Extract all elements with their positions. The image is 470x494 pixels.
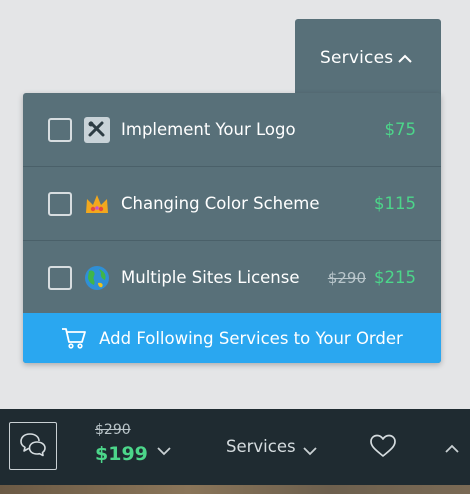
chat-button[interactable] — [9, 422, 57, 470]
service-price: $215 — [374, 268, 416, 287]
services-tab-label: Services — [320, 48, 394, 68]
add-services-label: Add Following Services to Your Order — [99, 328, 403, 348]
tools-icon — [84, 116, 110, 143]
service-checkbox[interactable] — [48, 191, 72, 216]
service-label: Implement Your Logo — [121, 120, 296, 139]
services-toggle[interactable]: Services — [226, 437, 296, 456]
service-item-logo[interactable]: Implement Your Logo $75 — [23, 93, 441, 166]
crown-icon — [84, 191, 110, 217]
service-label: Multiple Sites License — [121, 268, 300, 287]
current-price: $199 — [95, 443, 148, 465]
services-panel: Implement Your Logo $75 Changing Color S… — [23, 93, 441, 363]
old-price: $290 — [95, 422, 131, 438]
chat-icon — [19, 431, 47, 461]
chevron-down-icon[interactable] — [303, 441, 317, 460]
chevron-up-icon[interactable] — [445, 439, 459, 458]
service-checkbox[interactable] — [48, 117, 72, 142]
service-item-color-scheme[interactable]: Changing Color Scheme $115 — [23, 167, 441, 240]
service-checkbox[interactable] — [48, 265, 72, 290]
add-services-button[interactable]: Add Following Services to Your Order — [23, 313, 441, 363]
service-price: $115 — [374, 194, 416, 213]
services-dropdown-toggle[interactable]: Services — [295, 19, 441, 97]
service-item-multiple-sites[interactable]: Multiple Sites License $290 $215 — [23, 241, 441, 314]
service-label: Changing Color Scheme — [121, 194, 320, 213]
cart-icon — [61, 327, 87, 349]
background-strip — [0, 485, 470, 494]
service-price: $75 — [384, 120, 417, 139]
chevron-down-icon[interactable] — [157, 441, 171, 460]
chevron-up-icon — [398, 49, 412, 69]
bottom-bar: $290 $199 Services — [0, 409, 470, 485]
globe-icon — [84, 265, 110, 291]
heart-icon[interactable] — [369, 433, 397, 463]
service-old-price: $290 — [327, 268, 366, 287]
